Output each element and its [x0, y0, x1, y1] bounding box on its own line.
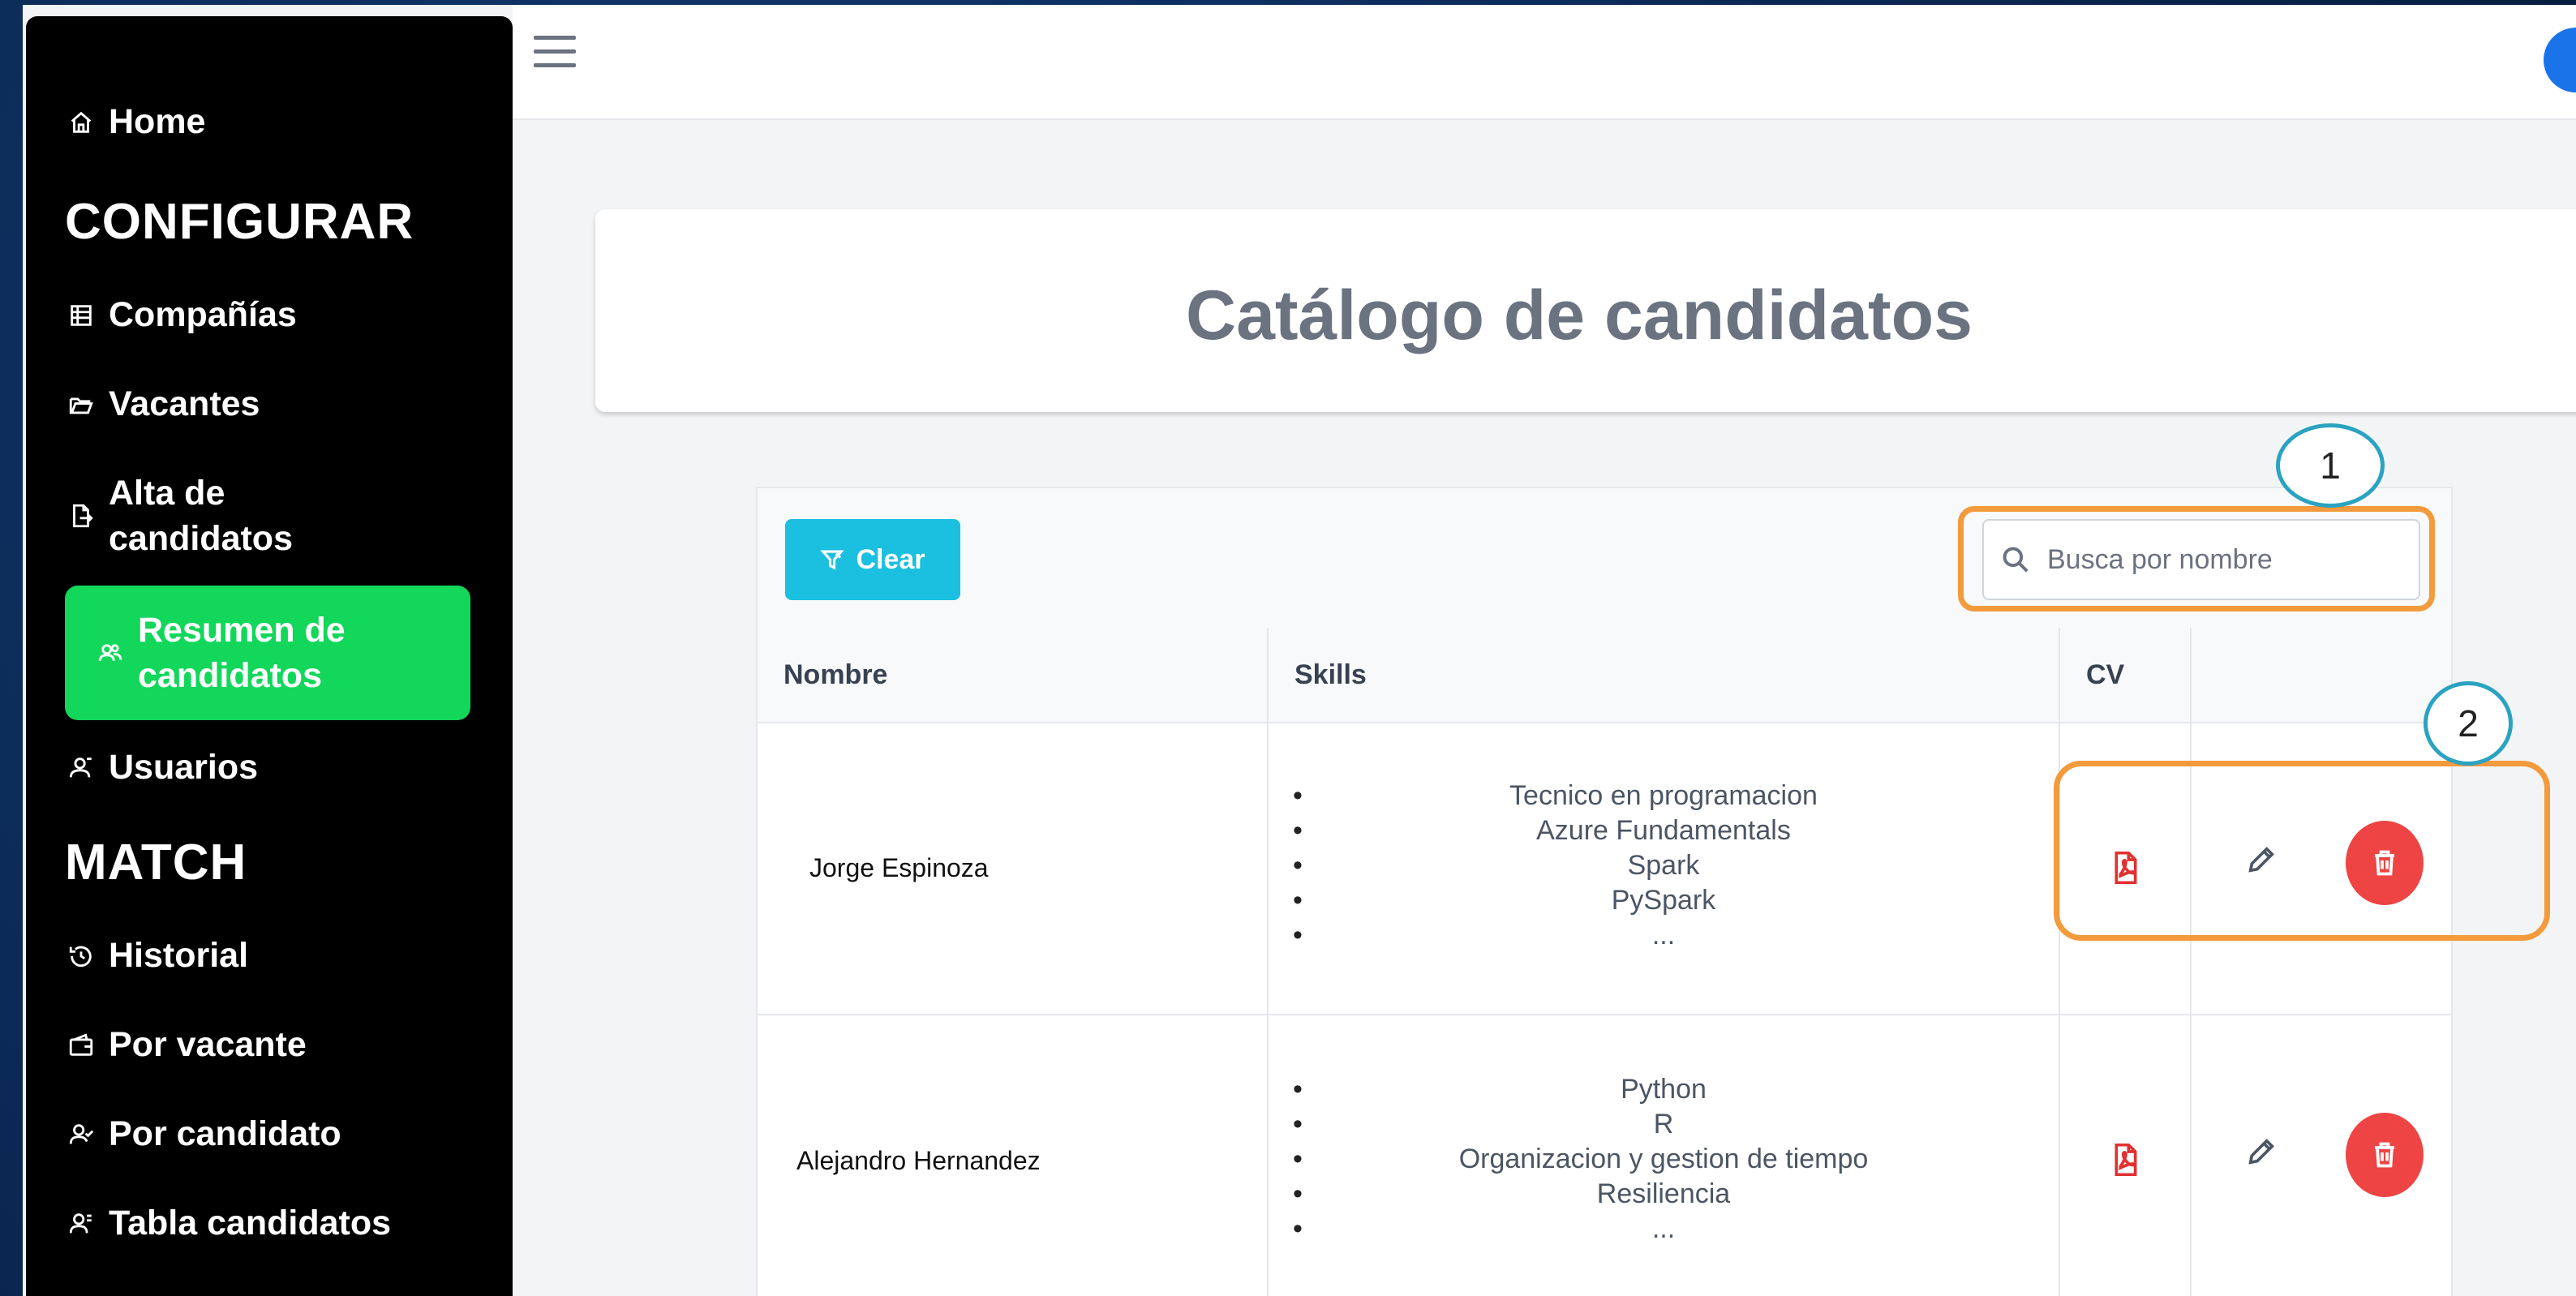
highlight-row-actions [2054, 761, 2550, 941]
home-icon [65, 106, 97, 139]
skill-item: ... [1293, 1212, 2034, 1247]
folder-open-icon [65, 388, 97, 421]
title-card: Catálogo de candidatos [595, 209, 2576, 412]
filter-clear-icon [820, 550, 845, 570]
annotation-marker-2: 2 [2424, 681, 2513, 766]
sidebar-item-label: Por candidato [109, 1114, 341, 1153]
page-title: Catálogo de candidatos [1185, 277, 1973, 354]
pdf-icon[interactable] [2112, 1143, 2140, 1177]
skill-item: Organizacion y gestion de tiempo [1293, 1142, 2034, 1177]
column-header-nombre[interactable]: Nombre [758, 628, 1269, 722]
candidate-name: Alejandro Hernandez [758, 1014, 1269, 1296]
sidebar-item-label: candidatos [138, 656, 322, 695]
menu-toggle-icon[interactable] [534, 36, 576, 71]
sidebar-item-alta-candidatos[interactable]: Alta de candidatos [65, 470, 454, 561]
sidebar-item-label: Resumen de [138, 611, 346, 650]
edit-icon[interactable] [2245, 1135, 2278, 1168]
column-header-actions [2192, 628, 2449, 722]
sidebar-item-por-vacante[interactable]: Por vacante [65, 1025, 454, 1065]
sidebar-item-resumen-candidatos[interactable]: Resumen de candidatos [65, 586, 470, 720]
highlight-search-box [1958, 506, 2435, 612]
clear-filter-button[interactable]: Clear [785, 519, 960, 600]
history-icon [65, 940, 97, 972]
users-icon [94, 637, 127, 669]
skill-item: Python [1293, 1072, 2034, 1107]
sidebar-item-label: Compañías [109, 295, 297, 334]
app-frame: Home CONFIGURAR Compañías Vacantes Alta … [23, 5, 2576, 1296]
actions-cell [2192, 1014, 2449, 1296]
sidebar-item-label: Historial [109, 936, 249, 975]
user-check-icon [65, 1118, 97, 1151]
wallet-icon [65, 1029, 97, 1062]
sidebar-item-vacantes[interactable]: Vacantes [65, 384, 454, 424]
skill-item: R [1293, 1107, 2034, 1142]
column-header-cv[interactable]: CV [2060, 628, 2192, 722]
sidebar-item-companias[interactable]: Compañías [65, 295, 454, 335]
clear-button-label: Clear [856, 543, 925, 575]
annotation-marker-1: 1 [2276, 423, 2385, 508]
table-row: Alejandro Hernandez Python R Organizacio… [758, 1014, 2451, 1296]
sidebar-item-por-candidato[interactable]: Por candidato [65, 1114, 454, 1154]
delete-button[interactable] [2346, 1113, 2424, 1197]
skill-item: Spark [1293, 848, 2034, 883]
skills-cell: Python R Organizacion y gestion de tiemp… [1269, 1014, 2060, 1296]
cv-cell [2060, 1014, 2192, 1296]
sidebar-item-label: Usuarios [109, 748, 259, 787]
skill-item: Resiliencia [1293, 1177, 2034, 1212]
sidebar: Home CONFIGURAR Compañías Vacantes Alta … [26, 16, 513, 1296]
sidebar-item-tabla-candidatos[interactable]: Tabla candidatos [65, 1204, 454, 1243]
sidebar-item-label: Por vacante [109, 1025, 307, 1064]
section-title-match: MATCH [65, 835, 247, 890]
skills-list: Tecnico en programacion Azure Fundamenta… [1293, 779, 2034, 953]
candidate-name: Jorge Espinoza [758, 722, 1269, 1014]
skill-item: ... [1293, 918, 2034, 953]
sidebar-item-historial[interactable]: Historial [65, 936, 454, 976]
sidebar-item-label: candidatos [109, 519, 293, 558]
table-header: Nombre Skills CV [758, 628, 2451, 723]
skill-item: Tecnico en programacion [1293, 779, 2034, 813]
skill-item: PySpark [1293, 883, 2034, 918]
sidebar-item-label: Vacantes [109, 384, 260, 423]
section-title-configurar: CONFIGURAR [65, 194, 414, 250]
skill-item: Azure Fundamentals [1293, 813, 2034, 848]
column-header-skills[interactable]: Skills [1269, 628, 2060, 722]
skills-cell: Tecnico en programacion Azure Fundamenta… [1269, 722, 2060, 1014]
file-export-icon [65, 500, 97, 532]
sidebar-item-label: Alta de [109, 474, 225, 513]
user-icon [65, 752, 97, 784]
avatar[interactable] [2544, 28, 2576, 92]
building-list-icon [65, 299, 97, 332]
sidebar-item-label: Tabla candidatos [109, 1204, 392, 1242]
trash-icon [2375, 1142, 2394, 1168]
top-bar [513, 5, 2576, 120]
sidebar-item-label: Home [109, 102, 206, 141]
sidebar-item-home[interactable]: Home [65, 102, 454, 142]
skills-list: Python R Organizacion y gestion de tiemp… [1293, 1072, 2034, 1247]
user-table-icon [65, 1208, 97, 1240]
sidebar-item-usuarios[interactable]: Usuarios [65, 748, 454, 787]
